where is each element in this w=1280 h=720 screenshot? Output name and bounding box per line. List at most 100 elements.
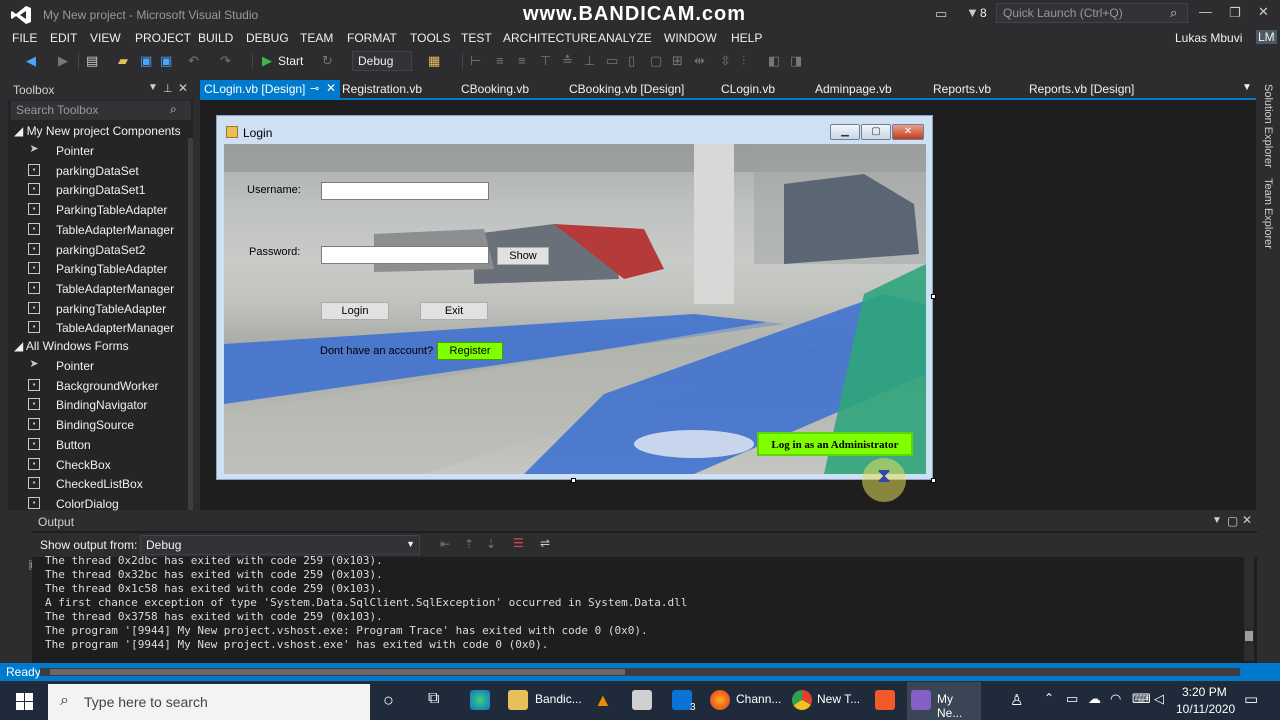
edge-browser-icon[interactable] [470,690,490,710]
menu-help[interactable]: HELP [731,31,762,45]
menu-debug[interactable]: DEBUG [246,31,289,45]
align-left-icon[interactable]: ⊢ [470,53,481,69]
form-minimize-icon[interactable]: ▁ [830,124,860,140]
keyboard-icon[interactable]: ⌨ [1132,691,1151,707]
store-icon[interactable] [632,690,652,710]
grid-align-icon[interactable]: ⊞ [672,53,683,69]
resize-handle[interactable] [571,478,576,483]
show-password-button[interactable]: Show [497,247,549,265]
form-close-icon[interactable]: ✕ [892,124,924,140]
word-wrap-icon[interactable]: ⇌ [540,536,550,550]
tab-clogin-design[interactable]: CLogin.vb [Design] ⊸ ✕ [200,80,340,99]
menu-test[interactable]: TEST [461,31,492,45]
exit-button[interactable]: Exit [420,302,488,320]
feedback-icon[interactable]: ▭ [935,6,947,22]
save-all-icon[interactable]: ▣ [160,53,172,69]
horizontal-spacing-icon[interactable]: ⇹ [694,53,705,69]
taskbar-app-visual-studio[interactable]: My Ne... [907,682,981,720]
toolbox-group-components[interactable]: ◢ My New project Components [14,124,181,138]
toolbox-item[interactable]: ▪ parkingDataSet2 [8,241,178,260]
toolbox-item[interactable]: ▪ CheckBox [8,456,178,475]
menu-window[interactable]: WINDOW [664,31,717,45]
pin-icon[interactable]: ⊸ [310,82,319,95]
tab-clogin[interactable]: CLogin.vb [721,82,775,96]
battery-icon[interactable]: ▭ [1066,691,1078,707]
taskbar-search-input[interactable]: Type here to search [48,684,370,720]
show-hidden-icons-icon[interactable]: ⌃ [1044,691,1054,705]
maximize-icon[interactable]: ❐ [1229,5,1241,21]
minimize-icon[interactable]: — [1199,4,1212,19]
toolbox-item[interactable]: ▪ parkingDataSet1 [8,181,178,200]
admin-login-button[interactable]: Log in as an Administrator [757,432,913,456]
form-maximize-icon[interactable]: ▢ [861,124,891,140]
toolbox-item[interactable]: ▪ BindingSource [8,416,178,435]
open-file-icon[interactable]: ▰ [118,53,128,69]
same-width-icon[interactable]: ▭ [606,53,618,69]
taskbar-app-chrome[interactable]: New T... [817,692,860,706]
output-source-select[interactable]: Debug ▼ [140,535,420,555]
password-input[interactable] [321,246,489,264]
menu-build[interactable]: BUILD [198,31,233,45]
user-name[interactable]: Lukas Mbuvi [1175,31,1242,45]
tab-reports[interactable]: Reports.vb [933,82,991,96]
configuration-select[interactable]: Debug [352,51,412,71]
toolbox-item[interactable]: ➤ Pointer [8,142,178,161]
action-center-icon[interactable]: ▭ [1244,690,1258,708]
refresh-icon[interactable]: ↻ [322,53,333,69]
align-center-icon[interactable]: ≡ [496,53,504,68]
align-bottom-icon[interactable]: ⊥ [584,53,595,69]
menu-analyze[interactable]: ANALYZE [598,31,652,45]
toolbox-item[interactable]: ▪ ColorDialog [8,495,178,514]
menu-format[interactable]: FORMAT [347,31,397,45]
windows-start-icon[interactable] [16,693,33,710]
toolbox-item[interactable]: ▪ BindingNavigator [8,396,178,415]
tab-registration[interactable]: Registration.vb [342,82,422,96]
clear-all-icon[interactable]: ☰ [513,536,524,550]
file-explorer-icon[interactable] [508,690,528,710]
toolbox-item[interactable]: ▪ parkingDataSet [8,162,178,181]
menu-file[interactable]: FILE [12,31,37,45]
taskbar-app-firefox[interactable]: Chann... [736,692,781,706]
solution-explorer-tab[interactable]: Solution Explorer [1262,84,1274,168]
toolbox-item[interactable]: ➤ Pointer [8,357,178,376]
toolbox-item[interactable]: ▪ Button [8,436,178,455]
tab-reports-design[interactable]: Reports.vb [Design] [1029,82,1134,96]
toolbox-item[interactable]: ▪ TableAdapterManager [8,280,178,299]
brave-icon[interactable] [875,690,895,710]
undo-icon[interactable]: ↶ [188,53,199,69]
forward-icon[interactable]: ▶ [58,53,68,69]
volume-icon[interactable]: ◁ [1154,691,1164,707]
toolbox-item[interactable]: ▪ TableAdapterManager [8,221,178,240]
start-debug-icon[interactable]: ▶ [262,53,272,69]
close-icon[interactable]: ✕ [326,81,336,95]
find-message-icon[interactable]: ⇤ [440,537,450,551]
quick-launch-input[interactable]: Quick Launch (Ctrl+Q) [996,3,1188,23]
dropdown-arrow-icon[interactable]: ▼ [148,82,158,93]
output-horizontal-scrollbar[interactable] [40,668,1240,676]
close-icon[interactable]: ✕ [1258,4,1269,20]
task-view-icon[interactable]: ⧉ [428,690,439,708]
output-scrollbar[interactable] [1244,557,1254,661]
previous-message-icon[interactable]: ⇡ [464,537,474,551]
toolbox-item[interactable]: ▪ ParkingTableAdapter [8,201,178,220]
clock-date[interactable]: 10/11/2020 [1176,702,1235,716]
team-explorer-tab[interactable]: Team Explorer [1262,178,1274,249]
login-form[interactable]: Login ▁ ▢ ✕ Username: Password: Show Log… [216,115,933,480]
register-button[interactable]: Register [437,342,503,360]
tab-cbooking[interactable]: CBooking.vb [461,82,529,96]
username-input[interactable] [321,182,489,200]
wifi-icon[interactable]: ◠ [1110,691,1121,707]
close-icon[interactable]: ✕ [1242,513,1252,527]
center-horizontally-icon[interactable]: ⫶ [742,53,745,69]
toolbox-item[interactable]: ▪ CheckedListBox [8,475,178,494]
send-back-icon[interactable]: ◨ [790,53,802,69]
mail-icon[interactable] [672,690,692,710]
toolbox-search-input[interactable]: Search Toolbox [11,101,191,120]
maximize-icon[interactable]: ▢ [1227,514,1238,528]
bring-front-icon[interactable]: ◧ [768,53,780,69]
dropdown-arrow-icon[interactable]: ▼ [1212,515,1222,526]
toolbox-scrollbar[interactable] [188,138,193,510]
menu-edit[interactable]: EDIT [50,31,77,45]
menu-project[interactable]: PROJECT [135,31,191,45]
toolbox-item[interactable]: ▪ BackgroundWorker [8,377,178,396]
